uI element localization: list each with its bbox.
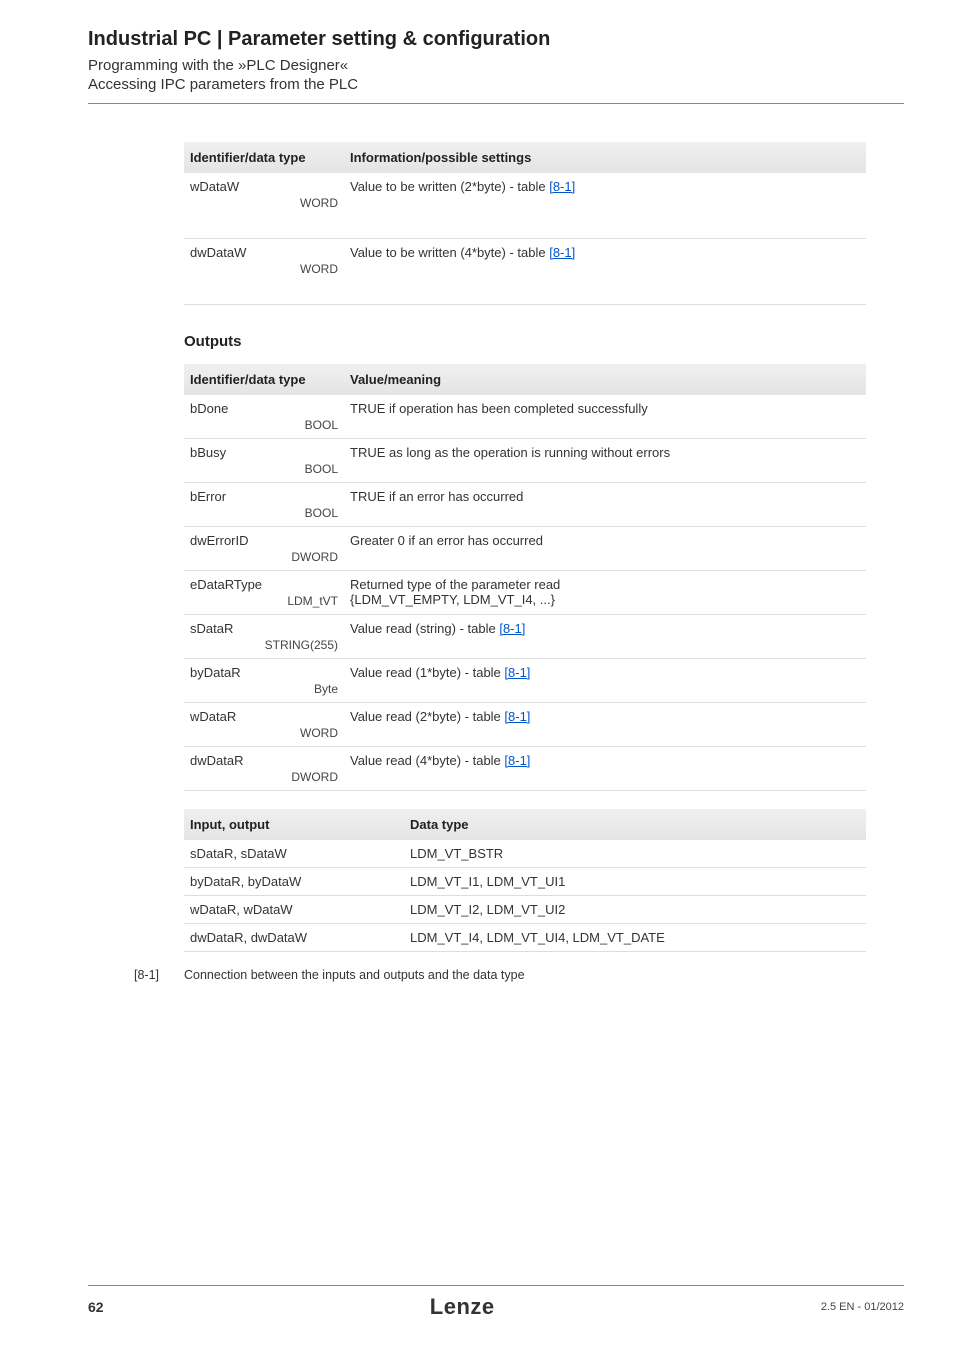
io-header-inputoutput: Input, output [184,809,404,840]
io-header-datatype: Data type [404,809,866,840]
page-subtitle-1: Programming with the »PLC Designer« [88,57,904,74]
value-text: Value read (2*byte) - table [350,709,504,724]
brand-logo: Lenze [430,1294,495,1320]
inputs-table: Identifier/data type Information/possibl… [184,142,866,305]
content: Identifier/data type Information/possibl… [184,142,866,982]
table-row: dwErrorIDDWORD Greater 0 if an error has… [184,527,866,571]
identifier-type: LDM_tVT [190,592,338,608]
page-footer: 62 Lenze 2.5 EN - 01/2012 [0,1285,954,1320]
identifier-name: dwErrorID [190,533,338,548]
table-row: wDataRWORD Value read (2*byte) - table [… [184,703,866,747]
value-text: Value read (1*byte) - table [350,665,504,680]
outputs-header-identifier: Identifier/data type [184,364,344,395]
table-ref-link[interactable]: [8-1] [504,709,530,724]
outputs-table: Identifier/data type Value/meaning bDone… [184,364,866,791]
header-divider [88,103,904,104]
caption-text: Connection between the inputs and output… [184,968,525,982]
table-row: bBusyBOOL TRUE as long as the operation … [184,439,866,483]
table-row: byDataRByte Value read (1*byte) - table … [184,659,866,703]
table-ref-link[interactable]: [8-1] [504,665,530,680]
identifier-type: DWORD [190,768,338,784]
value-text: Value read (4*byte) - table [350,753,504,768]
identifier-type: WORD [190,724,338,740]
page-number: 62 [88,1299,104,1315]
outputs-header-value: Value/meaning [344,364,866,395]
identifier-type: BOOL [190,504,338,520]
identifier-name: sDataR [190,621,338,636]
io-name: sDataR, sDataW [184,840,404,868]
io-type: LDM_VT_BSTR [404,840,866,868]
value-text: Returned type of the parameter read {LDM… [344,571,866,615]
table-row: bErrorBOOL TRUE if an error has occurred [184,483,866,527]
io-datatype-table: Input, output Data type sDataR, sDataWLD… [184,809,866,952]
inputs-header-identifier: Identifier/data type [184,142,344,173]
io-type: LDM_VT_I4, LDM_VT_UI4, LDM_VT_DATE [404,924,866,952]
inputs-header-info: Information/possible settings [344,142,866,173]
table-row: dwDataR, dwDataWLDM_VT_I4, LDM_VT_UI4, L… [184,924,866,952]
identifier-name: eDataRType [190,577,338,592]
info-text: Value to be written (4*byte) - table [350,245,549,260]
value-text: TRUE as long as the operation is running… [344,439,866,483]
table-ref-link[interactable]: [8-1] [549,179,575,194]
info-text: Value to be written (2*byte) - table [350,179,549,194]
io-type: LDM_VT_I1, LDM_VT_UI1 [404,868,866,896]
identifier-type: BOOL [190,460,338,476]
value-text: TRUE if operation has been completed suc… [344,395,866,439]
caption-tag: [8-1] [134,968,184,982]
io-name: wDataR, wDataW [184,896,404,924]
page-subtitle-2: Accessing IPC parameters from the PLC [88,76,904,93]
table-row: eDataRTypeLDM_tVT Returned type of the p… [184,571,866,615]
outputs-heading: Outputs [184,333,866,350]
identifier-name: wDataR [190,709,338,724]
table-row: bDoneBOOL TRUE if operation has been com… [184,395,866,439]
identifier-name: byDataR [190,665,338,680]
page-header: Industrial PC | Parameter setting & conf… [0,0,954,93]
page-title: Industrial PC | Parameter setting & conf… [88,28,904,51]
table-row: wDataW WORD Value to be written (2*byte)… [184,173,866,239]
table-ref-link[interactable]: [8-1] [499,621,525,636]
io-name: byDataR, byDataW [184,868,404,896]
identifier-type: WORD [190,260,338,276]
table-row: sDataR, sDataWLDM_VT_BSTR [184,840,866,868]
footer-divider [88,1285,904,1286]
io-type: LDM_VT_I2, LDM_VT_UI2 [404,896,866,924]
table-ref-link[interactable]: [8-1] [549,245,575,260]
value-text: Greater 0 if an error has occurred [344,527,866,571]
value-text: TRUE if an error has occurred [344,483,866,527]
table-row: byDataR, byDataWLDM_VT_I1, LDM_VT_UI1 [184,868,866,896]
identifier-name: bBusy [190,445,338,460]
identifier-type: Byte [190,680,338,696]
identifier-type: STRING(255) [190,636,338,652]
identifier-type: WORD [190,194,338,210]
identifier-name: bError [190,489,338,504]
doc-version: 2.5 EN - 01/2012 [821,1301,904,1313]
value-text: Value read (string) - table [350,621,499,636]
table-ref-link[interactable]: [8-1] [504,753,530,768]
identifier-name: bDone [190,401,338,416]
identifier-name: dwDataR [190,753,338,768]
identifier-name: wDataW [190,179,338,194]
identifier-name: dwDataW [190,245,338,260]
table-row: dwDataRDWORD Value read (4*byte) - table… [184,747,866,791]
table-caption: [8-1] Connection between the inputs and … [184,968,866,982]
table-row: wDataR, wDataWLDM_VT_I2, LDM_VT_UI2 [184,896,866,924]
identifier-type: BOOL [190,416,338,432]
table-row: sDataRSTRING(255) Value read (string) - … [184,615,866,659]
identifier-type: DWORD [190,548,338,564]
table-row: dwDataW WORD Value to be written (4*byte… [184,239,866,305]
io-name: dwDataR, dwDataW [184,924,404,952]
